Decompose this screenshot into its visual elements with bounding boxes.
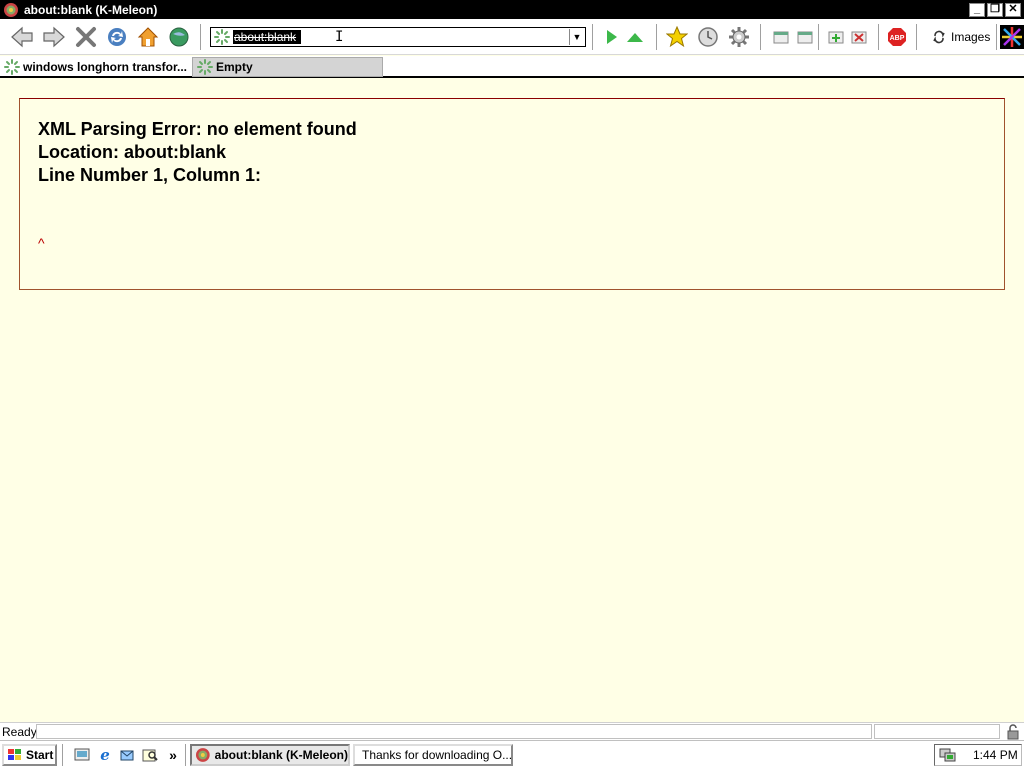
close-button[interactable]: ✕ — [1005, 2, 1021, 17]
close-layer-icon[interactable] — [846, 24, 872, 50]
up-icon[interactable] — [622, 24, 648, 50]
error-line-number: Line Number 1, Column 1: — [38, 165, 262, 185]
loading-spinner-icon — [4, 59, 20, 75]
taskbar-item-label: about:blank (K-Meleon) — [214, 748, 348, 762]
tab-strip: windows longhorn transfor... Empty — [0, 56, 1024, 78]
taskbar-item-kmeleon[interactable]: about:blank (K-Meleon) — [190, 744, 350, 766]
window-title: about:blank (K-Meleon) — [24, 2, 158, 17]
error-caret: ^ — [38, 235, 45, 251]
settings-gear-icon[interactable] — [726, 24, 752, 50]
reload-icon[interactable] — [104, 24, 130, 50]
go-icon[interactable] — [598, 24, 624, 50]
adblock-icon[interactable]: ABP — [884, 24, 910, 50]
clock[interactable]: 1:44 PM — [973, 748, 1018, 762]
status-panel-progress — [874, 724, 1000, 739]
taskbar-item-firefox[interactable]: Thanks for downloading O... — [353, 744, 513, 766]
images-label: Images — [951, 30, 991, 44]
system-tray: 1:44 PM — [934, 744, 1022, 766]
navigation-toolbar: about:blank I ▼ ABP Images — [0, 19, 1024, 55]
loading-spinner-icon — [214, 29, 230, 45]
text-cursor-icon: I — [335, 29, 344, 45]
kmeleon-app-icon — [195, 748, 210, 762]
error-title: XML Parsing Error: no element found — [38, 119, 357, 139]
history-icon[interactable] — [695, 24, 721, 50]
page-content: XML Parsing Error: no element found Loca… — [0, 78, 1024, 722]
images-toggle-button[interactable]: Images — [924, 24, 996, 50]
kmeleon-logo-icon — [999, 24, 1024, 50]
tab-label: Empty — [216, 60, 253, 74]
outlook-express-icon[interactable] — [118, 746, 136, 764]
start-label: Start — [26, 748, 54, 762]
restore-button[interactable]: ❐ — [987, 2, 1003, 17]
forward-icon[interactable] — [41, 24, 67, 50]
kmeleon-app-icon[interactable] — [3, 2, 19, 18]
layer-prev-icon[interactable] — [768, 24, 794, 50]
stop-icon[interactable] — [73, 24, 99, 50]
svg-text:ABP: ABP — [890, 35, 905, 42]
internet-explorer-icon[interactable]: e — [96, 746, 114, 764]
show-desktop-icon[interactable] — [73, 746, 91, 764]
network-icon[interactable] — [939, 747, 957, 763]
search-icon[interactable] — [141, 746, 159, 764]
tab-empty[interactable]: Empty — [192, 57, 383, 77]
loading-spinner-icon — [197, 59, 213, 75]
layer-next-icon[interactable] — [792, 24, 818, 50]
bookmark-star-icon[interactable] — [664, 24, 690, 50]
taskbar: Start e » about:blank (K-Meleon) Thanks … — [0, 740, 1024, 768]
start-button[interactable]: Start — [2, 744, 57, 766]
address-text[interactable]: about:blank — [234, 30, 296, 44]
status-panel-main — [36, 724, 872, 739]
windows-logo-icon — [8, 749, 21, 760]
globe-icon[interactable] — [166, 24, 192, 50]
address-dropdown-button[interactable]: ▼ — [569, 29, 584, 45]
address-bar[interactable]: about:blank I ▼ — [210, 27, 586, 47]
home-icon[interactable] — [135, 24, 161, 50]
back-icon[interactable] — [9, 24, 35, 50]
status-text: Ready — [2, 725, 37, 739]
quicklaunch-overflow-button[interactable]: » — [164, 746, 182, 764]
tab-windows-longhorn[interactable]: windows longhorn transfor... — [0, 57, 190, 77]
taskbar-item-label: Thanks for downloading O... — [362, 748, 513, 762]
svg-text:e: e — [100, 747, 110, 763]
xml-error-box: XML Parsing Error: no element found Loca… — [19, 98, 1005, 290]
status-bar: Ready — [0, 722, 1024, 740]
security-lock-icon[interactable] — [1005, 724, 1021, 740]
minimize-button[interactable]: _ — [969, 2, 985, 17]
tab-label: windows longhorn transfor... — [23, 60, 187, 74]
images-icon — [933, 30, 945, 44]
title-bar: about:blank (K-Meleon) _ ❐ ✕ — [0, 0, 1024, 19]
error-location: Location: about:blank — [38, 142, 226, 162]
